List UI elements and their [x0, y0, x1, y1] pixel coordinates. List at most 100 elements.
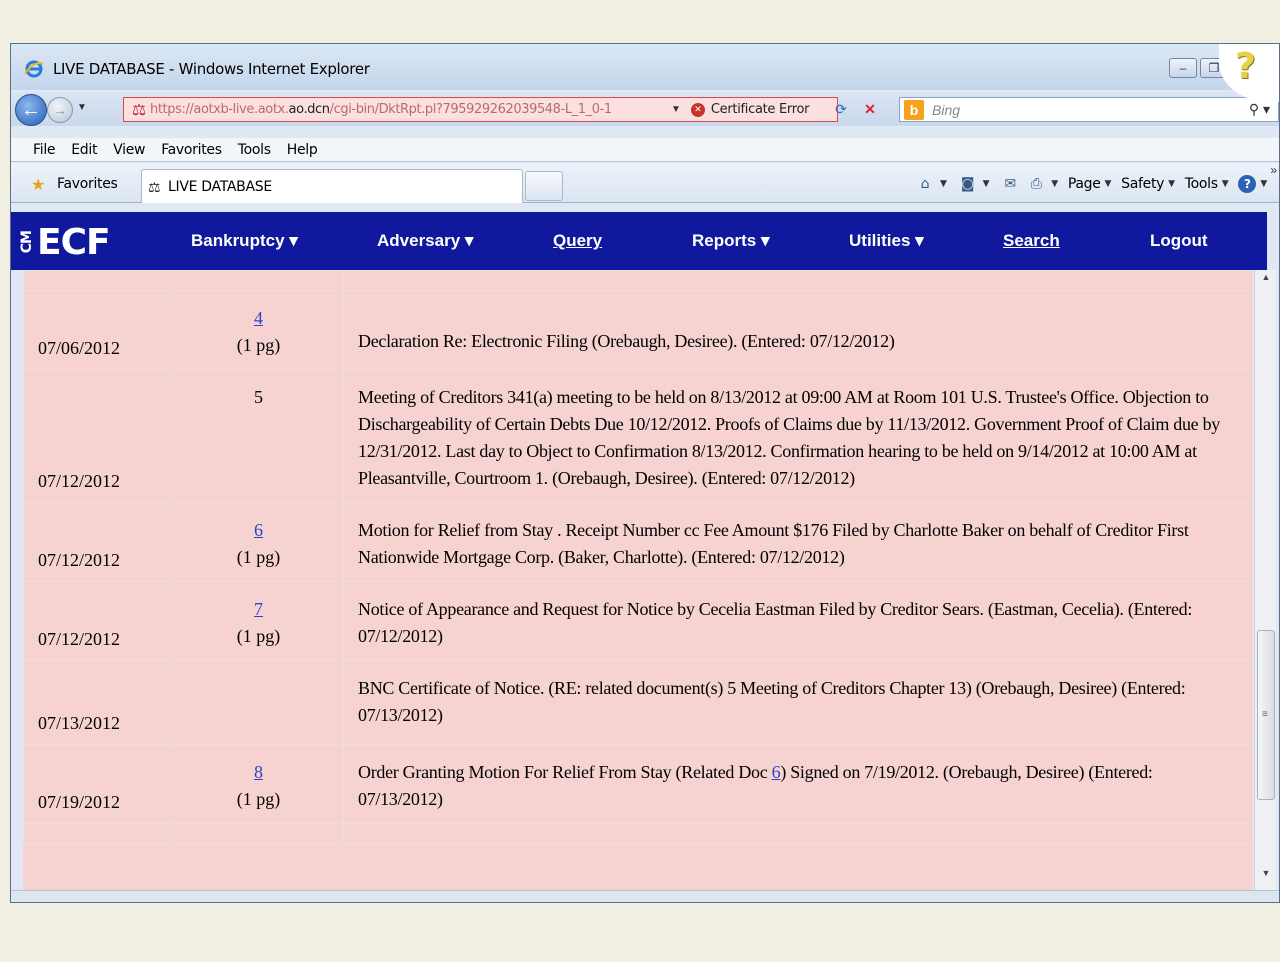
doc-link[interactable]: 6	[188, 517, 329, 544]
page-count: (1 pg)	[236, 547, 281, 567]
table-row: 07/06/2012 4 (1 pg) Declaration Re: Elec…	[23, 290, 1253, 370]
table-row: 07/13/2012 BNC Certificate of Notice. (R…	[23, 660, 1253, 745]
doc-link[interactable]: 8	[188, 759, 329, 786]
date-cell	[23, 823, 174, 844]
nav-query[interactable]: Query	[553, 231, 602, 251]
ecf-navbar: CM ECF Bankruptcy ▾ Adversary ▾ Query Re…	[11, 212, 1267, 270]
doc-number-cell: 8 (1 pg)	[173, 744, 344, 824]
site-icon: ⚖	[131, 101, 147, 119]
forward-arrow-icon: →	[53, 102, 67, 118]
home-dropdown-icon[interactable]: ▼	[940, 179, 947, 189]
chevron-more-icon[interactable]: »	[1270, 163, 1277, 177]
table-row	[23, 823, 1253, 844]
docket-text-cell: Order Granting Motion For Relief From St…	[343, 744, 1253, 824]
menu-help[interactable]: Help	[287, 142, 318, 158]
doc-number-cell	[173, 270, 344, 291]
page-count: (1 pg)	[236, 626, 281, 646]
docket-text-cell	[343, 823, 1253, 844]
table-row: 07/12/2012 6 (1 pg) Motion for Relief fr…	[23, 502, 1253, 582]
browser-window: LIVE DATABASE - Windows Internet Explore…	[10, 43, 1280, 903]
table-row: 07/12/2012 7 (1 pg) Notice of Appearance…	[23, 581, 1253, 661]
tools-menu-button[interactable]: Tools	[1185, 176, 1218, 192]
search-icon[interactable]: ⚲ ▾	[1249, 101, 1270, 118]
menu-favorites[interactable]: Favorites	[161, 142, 222, 158]
forward-button[interactable]: →	[47, 97, 73, 123]
vertical-scrollbar[interactable]: ▲ ≡ ▼	[1254, 270, 1276, 890]
page-dropdown-icon[interactable]: ▼	[1105, 179, 1112, 189]
date-cell: 07/13/2012	[23, 660, 174, 745]
tools-dropdown-icon[interactable]: ▼	[1222, 179, 1229, 189]
url-dropdown-icon[interactable]: ▼	[671, 104, 681, 115]
page-count: (1 pg)	[236, 335, 281, 355]
nav-adversary[interactable]: Adversary ▾	[377, 231, 473, 251]
feeds-dropdown-icon[interactable]: ▼	[983, 179, 990, 189]
print-dropdown-icon[interactable]: ▼	[1051, 179, 1058, 189]
doc-number-cell	[173, 660, 344, 745]
favorites-star-icon[interactable]: ★	[31, 175, 45, 195]
history-dropdown-icon[interactable]: ▼	[77, 102, 87, 113]
docket-report: 07/06/2012 4 (1 pg) Declaration Re: Elec…	[23, 270, 1253, 892]
certificate-error-button[interactable]: ✕ Certificate Error	[690, 102, 809, 117]
docket-text-cell	[343, 270, 1253, 291]
scroll-thumb[interactable]: ≡	[1257, 630, 1275, 800]
menu-file[interactable]: File	[33, 142, 56, 158]
menu-edit[interactable]: Edit	[71, 142, 97, 158]
docket-text-cell: BNC Certificate of Notice. (RE: related …	[343, 660, 1253, 745]
ecf-logo-cm: CM	[19, 230, 35, 254]
docket-text-cell: Meeting of Creditors 341(a) meeting to b…	[343, 369, 1253, 503]
stop-icon[interactable]: ✕	[859, 101, 881, 121]
nav-utilities[interactable]: Utilities ▾	[849, 231, 924, 251]
menu-bar: File Edit View Favorites Tools Help	[11, 138, 1279, 162]
safety-dropdown-icon[interactable]: ▼	[1168, 179, 1175, 189]
help-dropdown-icon[interactable]: ▼	[1260, 179, 1267, 189]
safety-menu-button[interactable]: Safety	[1121, 176, 1164, 192]
new-tab-button[interactable]	[525, 171, 563, 201]
doc-link[interactable]: 4	[188, 305, 329, 332]
search-box[interactable]: b Bing ⚲ ▾	[899, 97, 1279, 122]
page-menu-button[interactable]: Page	[1068, 176, 1101, 192]
scroll-up-icon[interactable]: ▲	[1255, 272, 1277, 292]
address-row: ← → ▼ ⚖ https://aotxb-live.aotx.ao.dcn/c…	[11, 92, 1279, 126]
docket-text-cell: Motion for Relief from Stay . Receipt Nu…	[343, 502, 1253, 582]
command-bar: ⌂ ▼ ◙ ▼ ✉ ⎙ ▼ Page ▼ Safety ▼ Tools ▼ ? ▼	[914, 175, 1273, 193]
doc-number-cell: 7 (1 pg)	[173, 581, 344, 661]
table-row	[23, 270, 1253, 291]
docket-text-part: Order Granting Motion For Relief From St…	[358, 762, 772, 782]
window-title: LIVE DATABASE - Windows Internet Explore…	[53, 60, 370, 78]
address-bar[interactable]: ⚖ https://aotxb-live.aotx.ao.dcn/cgi-bin…	[123, 97, 838, 122]
status-strip	[11, 890, 1279, 902]
doc-number-cell	[173, 823, 344, 844]
mail-icon[interactable]: ✉	[999, 176, 1021, 192]
date-cell: 07/12/2012	[23, 502, 174, 582]
refresh-icon[interactable]: ⟳	[829, 101, 853, 121]
tab-label: LIVE DATABASE	[168, 179, 272, 195]
date-cell: 07/12/2012	[23, 581, 174, 661]
nav-search[interactable]: Search	[1003, 231, 1060, 251]
minimize-button[interactable]: –	[1169, 58, 1197, 78]
ecf-logo: CM ECF	[19, 220, 111, 264]
docket-text-cell: Notice of Appearance and Request for Not…	[343, 581, 1253, 661]
search-input[interactable]: Bing	[932, 102, 1249, 118]
scroll-grip-icon: ≡	[1262, 709, 1268, 720]
date-cell: 07/12/2012	[23, 369, 174, 503]
doc-link[interactable]: 7	[188, 596, 329, 623]
tab-live-database[interactable]: ⚖ LIVE DATABASE	[141, 169, 523, 203]
help-icon[interactable]: ?	[1238, 175, 1257, 193]
title-bar: LIVE DATABASE - Windows Internet Explore…	[11, 44, 1279, 90]
nav-logout[interactable]: Logout	[1150, 231, 1208, 251]
scroll-down-icon[interactable]: ▼	[1255, 868, 1277, 888]
nav-bankruptcy[interactable]: Bankruptcy ▾	[191, 231, 298, 251]
help-question-icon[interactable]: ?	[1235, 46, 1256, 87]
favorites-button[interactable]: Favorites	[57, 176, 118, 192]
docket-table: 07/06/2012 4 (1 pg) Declaration Re: Elec…	[23, 270, 1253, 844]
feeds-icon[interactable]: ◙	[957, 176, 979, 192]
menu-tools[interactable]: Tools	[238, 142, 271, 158]
url-text[interactable]: https://aotxb-live.aotx.ao.dcn/cgi-bin/D…	[150, 102, 665, 117]
nav-reports[interactable]: Reports ▾	[692, 231, 770, 251]
back-button[interactable]: ←	[15, 94, 47, 126]
print-icon[interactable]: ⎙	[1025, 176, 1047, 192]
date-cell	[23, 270, 174, 291]
home-icon[interactable]: ⌂	[914, 176, 936, 192]
doc-number-cell: 5	[173, 369, 344, 503]
menu-view[interactable]: View	[113, 142, 145, 158]
